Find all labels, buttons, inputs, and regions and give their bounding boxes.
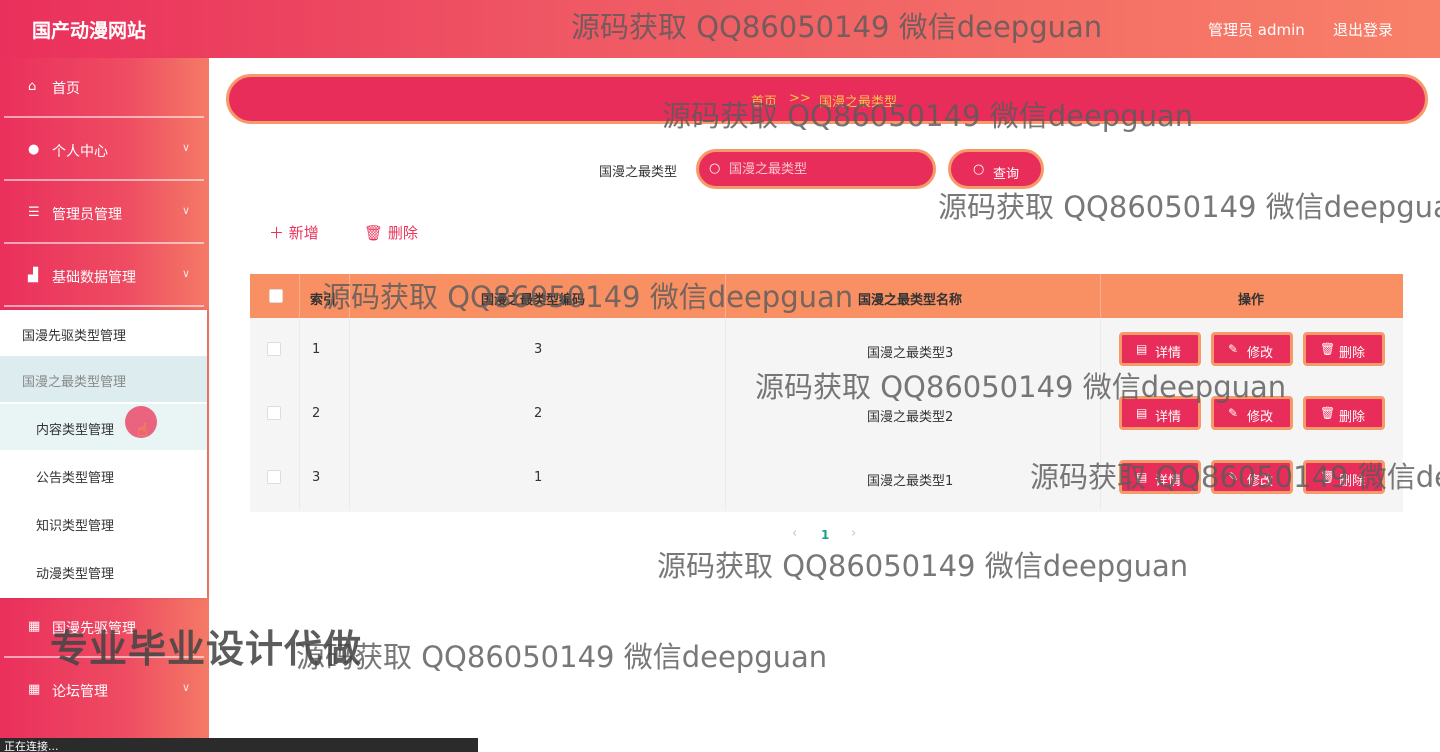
batch-delete-label: 删除	[387, 224, 418, 242]
search-label: 国漫之最类型	[599, 165, 678, 180]
top-header: 国产动漫网站 管理员 admin 退出登录	[0, 0, 1440, 58]
user-icon: ●	[28, 142, 40, 157]
trash-icon: 🗑	[1320, 406, 1336, 420]
watermark-text: 源码获取 QQ86050149 微信deepguan	[657, 549, 1189, 583]
row-index: 1	[312, 342, 321, 357]
row-name: 国漫之最类型1	[867, 474, 954, 489]
breadcrumb: 首页 >> 国漫之最类型	[226, 74, 1428, 124]
delete-button[interactable]: 🗑 删除	[1303, 460, 1385, 494]
sidebar-item-label: 管理员管理	[52, 207, 122, 223]
column-header-index: 索引	[300, 274, 350, 318]
delete-button[interactable]: 🗑 删除	[1303, 332, 1385, 366]
add-button-label: 新增	[288, 224, 319, 242]
document-icon: ▤	[1136, 406, 1148, 420]
row-code: 2	[534, 406, 543, 421]
chevron-down-icon: ∨	[182, 204, 191, 217]
edit-icon: ✎	[1228, 342, 1239, 356]
list-icon: ☰	[28, 205, 40, 220]
batch-delete-button[interactable]: 🗑 删除	[364, 222, 418, 243]
chevron-down-icon: ∨	[182, 141, 191, 154]
column-header-name: 国漫之最类型名称	[726, 274, 1101, 318]
detail-button[interactable]: ▤ 详情	[1119, 396, 1201, 430]
hand-cursor-icon: ☝	[137, 420, 148, 441]
row-name: 国漫之最类型3	[867, 346, 954, 361]
breadcrumb-separator: >>	[789, 91, 811, 106]
watermark-text: 源码获取 QQ86050149 微信deepguan	[296, 640, 828, 674]
submenu-item-notice-type[interactable]: 公告类型管理	[0, 452, 207, 498]
breadcrumb-current: 国漫之最类型	[819, 95, 898, 110]
select-all-checkbox[interactable]	[269, 289, 283, 303]
sidebar-item-label: 个人中心	[52, 144, 108, 160]
chevron-down-icon: ∨	[182, 267, 191, 280]
browser-status-bar: 正在连接...	[0, 738, 478, 752]
chart-icon: ▟	[28, 268, 38, 283]
logout-link[interactable]: 退出登录	[1333, 19, 1393, 40]
watermark-banner: 专业毕业设计代做	[50, 627, 363, 671]
grid-icon: ▦	[28, 682, 41, 697]
sidebar-item-base-data[interactable]: ▟ 基础数据管理 ∨	[4, 247, 204, 307]
edit-button[interactable]: ✎ 修改	[1211, 396, 1293, 430]
sidebar-item-home[interactable]: ⌂ 首页	[4, 58, 204, 118]
base-data-submenu: 国漫先驱类型管理 国漫之最类型管理 内容类型管理 公告类型管理 知识类型管理 动…	[0, 310, 207, 598]
chevron-down-icon: ∨	[182, 681, 191, 694]
row-index: 3	[312, 470, 321, 485]
query-button-label: 查询	[993, 167, 1020, 182]
sidebar-item-admin[interactable]: ☰ 管理员管理 ∨	[4, 184, 204, 244]
column-header-actions: 操作	[1238, 293, 1265, 308]
detail-button[interactable]: ▤ 详情	[1119, 332, 1201, 366]
add-button[interactable]: ＋ 新增	[269, 222, 319, 243]
submenu-item-pioneer-type[interactable]: 国漫先驱类型管理	[0, 310, 207, 356]
plus-icon: ＋	[269, 224, 285, 242]
status-text: 正在连接...	[4, 740, 59, 752]
pagination-page-1[interactable]: 1	[821, 528, 829, 542]
row-index: 2	[312, 406, 321, 421]
submenu-item-anime-type[interactable]: 动漫类型管理	[0, 548, 207, 594]
search-icon: ○	[973, 162, 985, 177]
table-header: 索引 国漫之最类型编码 国漫之最类型名称 操作	[250, 274, 1403, 318]
row-code: 3	[534, 342, 543, 357]
site-title: 国产动漫网站	[32, 20, 147, 42]
row-checkbox[interactable]	[267, 406, 281, 420]
header-select-cell	[250, 274, 300, 318]
sidebar-item-label: 首页	[52, 81, 80, 97]
search-input[interactable]	[729, 159, 919, 179]
edit-icon: ✎	[1228, 470, 1239, 484]
trash-icon: 🗑	[364, 224, 384, 242]
row-checkbox[interactable]	[267, 342, 281, 356]
query-button[interactable]: ○ 查询	[948, 149, 1044, 189]
delete-button[interactable]: 🗑 删除	[1303, 396, 1385, 430]
search-icon: ○	[709, 161, 721, 176]
table-row: 3 1 国漫之最类型1 ▤ 详情 ✎ 修改 🗑 删除	[250, 446, 1403, 510]
document-icon: ▤	[1136, 342, 1148, 356]
edit-icon: ✎	[1228, 406, 1239, 420]
table-row: 2 2 国漫之最类型2 ▤ 详情 ✎ 修改 🗑 删除	[250, 382, 1403, 446]
column-header-code: 国漫之最类型编码	[350, 274, 726, 318]
submenu-item-knowledge-type[interactable]: 知识类型管理	[0, 500, 207, 546]
pagination-prev-button[interactable]: ‹	[792, 526, 797, 541]
data-table: 索引 国漫之最类型编码 国漫之最类型名称 操作 1 3 国漫之最类型3 ▤ 详情 …	[250, 274, 1403, 512]
sidebar-item-label: 基础数据管理	[52, 270, 136, 286]
detail-button[interactable]: ▤ 详情	[1119, 460, 1201, 494]
submenu-item-content-type[interactable]: 内容类型管理	[0, 404, 207, 450]
breadcrumb-home[interactable]: 首页	[751, 91, 777, 110]
pagination-next-button[interactable]: ›	[851, 526, 856, 541]
row-checkbox[interactable]	[267, 470, 281, 484]
trash-icon: 🗑	[1320, 342, 1336, 356]
submenu-item-best-type[interactable]: 国漫之最类型管理	[0, 356, 207, 402]
edit-button[interactable]: ✎ 修改	[1211, 332, 1293, 366]
watermark-text: 源码获取 QQ86050149 微信deepguan	[938, 190, 1440, 224]
grid-icon: ▦	[28, 619, 41, 634]
trash-icon: 🗑	[1320, 470, 1336, 484]
edit-button[interactable]: ✎ 修改	[1211, 460, 1293, 494]
table-row: 1 3 国漫之最类型3 ▤ 详情 ✎ 修改 🗑 删除	[250, 318, 1403, 382]
row-code: 1	[534, 470, 543, 485]
row-name: 国漫之最类型2	[867, 410, 954, 425]
search-field: ○	[696, 149, 936, 189]
current-user-label: 管理员 admin	[1208, 21, 1305, 39]
document-icon: ▤	[1136, 470, 1148, 484]
sidebar-item-profile[interactable]: ● 个人中心 ∨	[4, 121, 204, 181]
sidebar-item-label: 论坛管理	[52, 684, 108, 700]
home-icon: ⌂	[28, 79, 37, 94]
